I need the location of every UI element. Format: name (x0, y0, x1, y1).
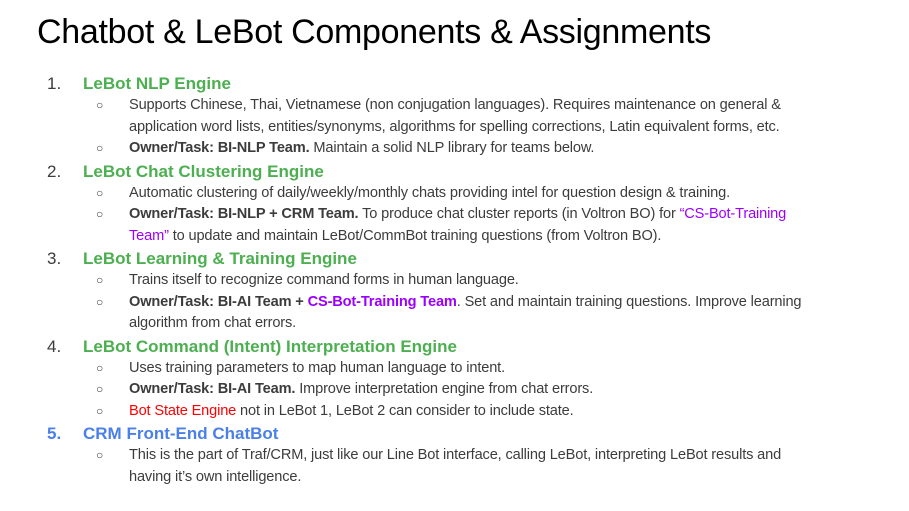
text-segment: Supports Chinese, Thai, Vietnamese (non … (129, 97, 781, 113)
text-segment: to update and maintain LeBot/CommBot tra… (168, 227, 662, 244)
bullet-line: ○ Owner/Task: BI-NLP + CRM Team. To produ… (0, 204, 909, 226)
bullet-item: ○ Owner/Task: BI-NLP Team. Maintain a sol… (0, 138, 909, 160)
bullet-line: ○ Owner/Task: BI-AI Team + CS-Bot-Trainin… (0, 292, 909, 314)
bullet-line: ○ This is the part of Traf/CRM, just like… (0, 445, 909, 467)
bullet-text: Owner/Task: BI-AI Team + CS-Bot-Training… (129, 292, 802, 314)
bullet-line: ○ Automatic clustering of daily/weekly/mo… (0, 183, 909, 205)
text-segment: not in LeBot 1, LeBot 2 can consider to … (236, 402, 574, 419)
bullet-circle-icon: ○ (96, 185, 104, 200)
bullet-line: Team” to update and maintain LeBot/CommB… (0, 226, 909, 248)
text-segment: This is the part of Traf/CRM, just like … (129, 447, 782, 463)
text-segment: Owner/Task: BI-AI Team + (129, 293, 308, 310)
heading-text: LeBot Command (Intent) Interpretation En… (83, 336, 457, 356)
bullet-item: ○ Automatic clustering of daily/weekly/mo… (0, 183, 909, 205)
component-list: 1. LeBot NLP Engine ○ Supports Chinese, Tha… (0, 72, 909, 488)
bullet-circle-icon: ○ (96, 273, 104, 287)
bullet-text: Supports Chinese, Thai, Vietnamese (non … (129, 95, 781, 117)
bullet-text: having it’s own intelligence. (129, 467, 301, 489)
bullet-item: ○ This is the part of Traf/CRM, just like… (0, 445, 909, 488)
component-heading: 4. LeBot Command (Intent) Interpretation … (0, 335, 909, 358)
list-item: 4. LeBot Command (Intent) Interpretation … (0, 335, 909, 423)
component-heading: 1. LeBot NLP Engine (0, 72, 909, 95)
bullet-item: ○ Owner/Task: BI-AI Team + CS-Bot-Trainin… (0, 292, 909, 335)
bullet-line: having it’s own intelligence. (0, 467, 909, 489)
heading-text: LeBot Chat Clustering Engine (83, 161, 324, 181)
slide-title: Chatbot & LeBot Components & Assignments (37, 13, 712, 51)
bullet-item: ○ Trains itself to recognize command form… (0, 270, 909, 292)
text-segment: Owner/Task: BI-NLP + CRM Team. (129, 206, 359, 222)
item-number: 4. (47, 336, 62, 356)
text-segment: “CS-Bot-Training (679, 206, 787, 222)
item-number: 1. (47, 74, 62, 93)
heading-text: LeBot Learning & Training Engine (83, 249, 357, 268)
component-heading: 5. CRM Front-End ChatBot (0, 422, 909, 445)
bullet-line: ○ Owner/Task: BI-AI Team. Improve interpr… (0, 379, 909, 401)
bullet-circle-icon: ○ (96, 294, 104, 309)
bullet-line: ○ Supports Chinese, Thai, Vietnamese (non… (0, 95, 909, 117)
heading-text: CRM Front-End ChatBot (83, 424, 279, 443)
heading-text: LeBot NLP Engine (83, 74, 231, 93)
list-item: 5. CRM Front-End ChatBot ○ This is the part… (0, 422, 909, 488)
text-segment: Owner/Task: BI-AI Team. (129, 381, 296, 397)
bullet-item: ○ Bot State Engine not in LeBot 1, LeBot … (0, 401, 909, 423)
bullet-text: Owner/Task: BI-NLP Team. Maintain a soli… (129, 138, 594, 160)
item-number: 2. (47, 161, 62, 181)
text-segment: Trains itself to recognize command forms… (129, 272, 519, 288)
text-segment: Bot State Engine (129, 402, 237, 419)
bullet-text: Team” to update and maintain LeBot/CommB… (129, 226, 661, 248)
item-number: 5. (47, 424, 62, 443)
text-segment: Improve interpretation engine from chat … (295, 381, 594, 397)
bullet-text: This is the part of Traf/CRM, just like … (129, 445, 781, 467)
bullet-circle-icon: ○ (96, 448, 104, 462)
bullet-line: application word lists, entities/synonym… (0, 117, 909, 139)
bullet-line: algorithm from chat errors. (0, 313, 909, 335)
bullet-line: ○ Bot State Engine not in LeBot 1, LeBot … (0, 401, 909, 423)
text-segment: Automatic clustering of daily/weekly/mon… (129, 184, 730, 201)
bullet-circle-icon: ○ (96, 382, 104, 396)
bullet-text: Owner/Task: BI-AI Team. Improve interpre… (129, 379, 593, 401)
bullet-text: algorithm from chat errors. (129, 313, 296, 335)
text-segment: To produce chat cluster reports (in Volt… (358, 206, 680, 222)
bullet-circle-icon: ○ (96, 360, 104, 375)
bullet-line: ○ Uses training parameters to map human l… (0, 358, 909, 380)
text-segment: Owner/Task: BI-NLP Team. (129, 140, 310, 156)
text-segment: Team” (129, 227, 169, 244)
bullet-line: ○ Owner/Task: BI-NLP Team. Maintain a sol… (0, 138, 909, 160)
bullet-circle-icon: ○ (96, 207, 104, 221)
text-segment: Uses training parameters to map human la… (129, 359, 505, 376)
bullet-item: ○ Supports Chinese, Thai, Vietnamese (non… (0, 95, 909, 138)
list-item: 1. LeBot NLP Engine ○ Supports Chinese, Tha… (0, 72, 909, 160)
bullet-circle-icon: ○ (96, 141, 104, 155)
bullet-text: Bot State Engine not in LeBot 1, LeBot 2… (129, 401, 574, 423)
text-segment: having it’s own intelligence. (129, 468, 302, 485)
bullet-text: Uses training parameters to map human la… (129, 358, 505, 380)
list-item: 3. LeBot Learning & Training Engine ○ Train… (0, 247, 909, 335)
text-segment: application word lists, entities/synonym… (129, 118, 780, 135)
text-segment: algorithm from chat errors. (129, 315, 297, 331)
text-segment: . Set and maintain training questions. I… (456, 293, 802, 310)
text-segment: Maintain a solid NLP library for teams b… (309, 140, 595, 156)
component-heading: 3. LeBot Learning & Training Engine (0, 247, 909, 270)
bullet-text: Automatic clustering of daily/weekly/mon… (129, 183, 730, 205)
item-number: 3. (47, 249, 62, 268)
bullet-item: ○ Owner/Task: BI-AI Team. Improve interpr… (0, 379, 909, 401)
bullet-text: application word lists, entities/synonym… (129, 117, 780, 139)
bullet-text: Owner/Task: BI-NLP + CRM Team. To produc… (129, 204, 786, 226)
text-segment: CS-Bot-Training Team (307, 293, 457, 310)
bullet-text: Trains itself to recognize command forms… (129, 270, 519, 292)
bullet-item: ○ Owner/Task: BI-NLP + CRM Team. To produ… (0, 204, 909, 247)
component-heading: 2. LeBot Chat Clustering Engine (0, 160, 909, 183)
bullet-circle-icon: ○ (96, 403, 104, 418)
bullet-item: ○ Uses training parameters to map human l… (0, 358, 909, 380)
bullet-line: ○ Trains itself to recognize command form… (0, 270, 909, 292)
list-item: 2. LeBot Chat Clustering Engine ○ Automatic… (0, 160, 909, 248)
bullet-circle-icon: ○ (96, 98, 104, 112)
